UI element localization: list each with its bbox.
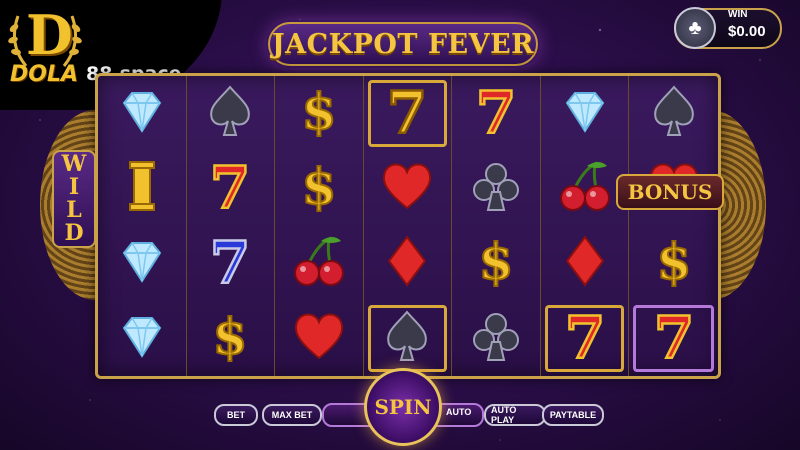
seven-red-icon: 7 (464, 78, 528, 149)
club-icon (464, 304, 528, 373)
reel-cell (629, 76, 718, 151)
reel-2: 7 7 $ (187, 76, 276, 376)
reel-cell (541, 76, 629, 151)
wild-letter: I (68, 173, 80, 200)
reel-7: $7 (629, 76, 718, 376)
reel-cell: 7 (187, 226, 275, 301)
reel-cell (452, 301, 540, 376)
heart-icon (287, 304, 351, 373)
win-value: $0.00 (728, 23, 766, 40)
reel-4: 7 (364, 76, 453, 376)
cherry-icon (287, 229, 351, 298)
diamond-gem-icon (553, 79, 617, 148)
diamond-suit-icon (375, 229, 439, 298)
reel-cell (541, 226, 629, 301)
reel-cell: 7 (187, 151, 275, 226)
svg-text:7: 7 (564, 304, 604, 368)
seven-red-icon: 7 (642, 303, 706, 374)
club-icon (464, 154, 528, 223)
svg-text:$: $ (302, 157, 337, 216)
wild-letter: W (61, 150, 87, 177)
bar-icon (110, 154, 174, 223)
paytable-button[interactable]: PAYTABLE (542, 404, 604, 426)
game-title: JACKPOT FEVER (268, 22, 538, 66)
reel-cell (275, 301, 363, 376)
reel-cell: 7 (629, 301, 718, 376)
max-bet-button[interactable]: MAX BET (262, 404, 322, 426)
bet-button[interactable]: BET (214, 404, 258, 426)
reel-cell: 7 (541, 301, 629, 376)
logo-letter: D (26, 3, 73, 67)
reel-cell: 7 (364, 76, 452, 151)
reel-cell: $ (275, 76, 363, 151)
reel-3: $ $ (275, 76, 364, 376)
cherry-icon (553, 154, 617, 223)
dollar-icon: $ (198, 304, 262, 373)
svg-text:$: $ (213, 307, 248, 366)
svg-text:7: 7 (210, 154, 250, 218)
svg-text:7: 7 (210, 229, 250, 293)
dollar-icon: $ (287, 79, 351, 148)
heart-icon (375, 154, 439, 223)
wild-letter: D (64, 220, 84, 247)
svg-text:$: $ (656, 232, 691, 291)
reel-cell (187, 76, 275, 151)
seven-gold-icon: 7 (375, 78, 439, 149)
reel-cell (275, 226, 363, 301)
auto-play-button[interactable]: AUTO PLAY (484, 404, 546, 426)
reel-1 (98, 76, 187, 376)
dollar-icon: $ (642, 229, 706, 298)
reel-cell: $ (629, 226, 718, 301)
reel-cell: 7 (452, 76, 540, 151)
svg-text:$: $ (302, 82, 337, 141)
logo-brand: DOLA (10, 62, 79, 87)
svg-text:7: 7 (387, 79, 427, 143)
svg-text:7: 7 (654, 304, 694, 368)
reel-5: 7 $ (452, 76, 541, 376)
diamond-suit-icon (553, 229, 617, 298)
reel-cell: $ (452, 226, 540, 301)
club-icon[interactable]: ♣ (674, 7, 716, 49)
win-panel: ♣ WIN $0.00 (674, 7, 782, 49)
spade-icon (642, 79, 706, 148)
seven-blue-icon: 7 (198, 228, 262, 299)
reel-cell (364, 151, 452, 226)
reel-cell (364, 301, 452, 376)
wild-letter: L (66, 197, 82, 223)
reel-cell (452, 151, 540, 226)
dollar-icon: $ (287, 154, 351, 223)
reel-cell (98, 151, 186, 226)
reel-cell (364, 226, 452, 301)
win-label: WIN (728, 9, 748, 20)
reel-cell: $ (275, 151, 363, 226)
reel-grid: 7 7 $ $ $7 7 $7 $7 (95, 73, 721, 379)
seven-red-icon: 7 (198, 153, 262, 224)
diamond-gem-icon (110, 304, 174, 373)
diamond-gem-icon (110, 229, 174, 298)
auto-toggle[interactable]: AUTO (446, 407, 471, 417)
diamond-gem-icon (110, 79, 174, 148)
reel-cell: $ (187, 301, 275, 376)
svg-text:7: 7 (476, 79, 516, 143)
reel-cell (98, 226, 186, 301)
dollar-icon: $ (464, 229, 528, 298)
spade-icon (375, 304, 439, 373)
spin-button[interactable]: SPIN (364, 368, 442, 446)
reel-cell (98, 76, 186, 151)
reel-cell (98, 301, 186, 376)
seven-red-icon: 7 (553, 303, 617, 374)
reel-6: 7 (541, 76, 630, 376)
bonus-tag: BONUS (616, 174, 724, 210)
wild-tag: W I L D (52, 150, 96, 248)
spade-icon (198, 79, 262, 148)
svg-text:$: $ (479, 232, 514, 291)
